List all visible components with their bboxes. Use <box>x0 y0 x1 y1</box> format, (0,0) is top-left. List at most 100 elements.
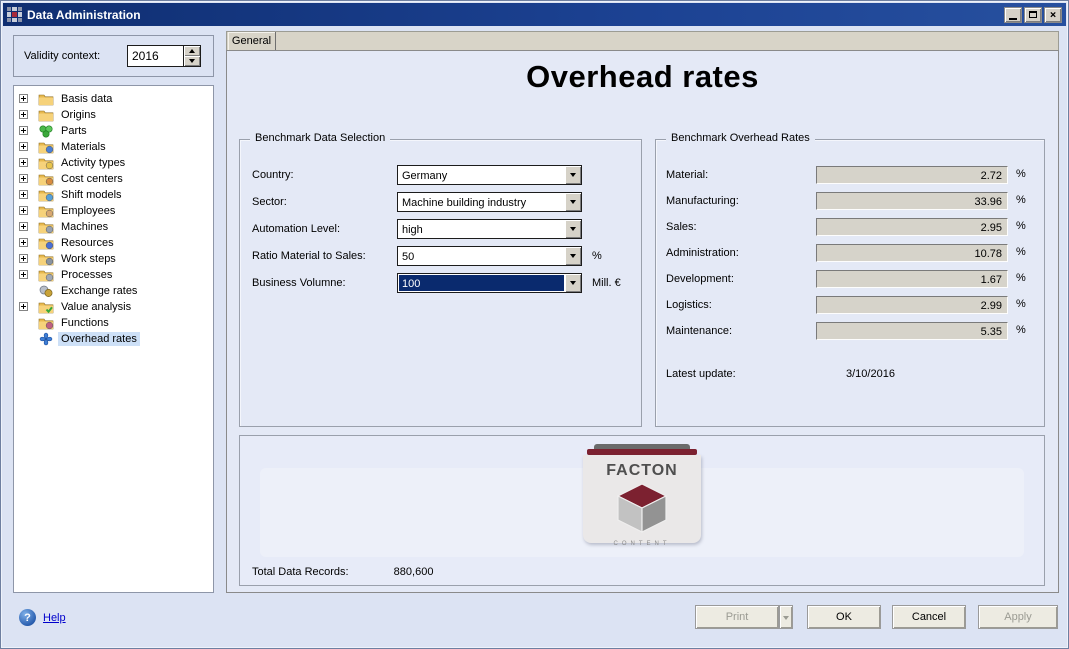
mill-euro-unit-label: Mill. € <box>592 277 621 289</box>
sector-select[interactable]: Machine building industry <box>397 192 582 212</box>
benchmark-overhead-rates-group: Benchmark Overhead Rates Material: 2.72 … <box>655 139 1045 427</box>
help-link[interactable]: Help <box>43 612 66 624</box>
country-select[interactable]: Germany <box>397 165 582 185</box>
tree-item-overhead-rates[interactable]: Overhead rates <box>14 331 213 347</box>
titlebar[interactable]: Data Administration × <box>3 3 1066 26</box>
expand-icon[interactable] <box>19 206 28 215</box>
minimize-button[interactable] <box>1004 7 1022 23</box>
administration-rate-row: Administration: 10.78 % <box>656 244 1044 262</box>
sales-rate-field: 2.95 <box>816 218 1008 236</box>
expand-icon[interactable] <box>19 174 28 183</box>
close-button[interactable]: × <box>1044 7 1062 23</box>
tree-item-work-steps[interactable]: Work steps <box>14 251 213 267</box>
percent-unit-label: % <box>1016 246 1026 258</box>
group-caption: Benchmark Overhead Rates <box>666 132 815 144</box>
chevron-down-icon[interactable] <box>565 274 581 292</box>
ratio-material-select[interactable]: 50 <box>397 246 582 266</box>
chevron-down-icon[interactable] <box>565 220 581 238</box>
tree-item-origins[interactable]: Origins <box>14 107 213 123</box>
validity-year-spinner[interactable]: 2016 <box>127 45 201 67</box>
tree-item-functions[interactable]: Functions <box>14 315 213 331</box>
business-volume-select[interactable]: 100 <box>397 273 582 293</box>
tree-item-resources[interactable]: Resources <box>14 235 213 251</box>
facton-content-subtext: CONTENT <box>583 541 701 547</box>
general-tab-panel: Overhead rates Benchmark Data Selection … <box>226 50 1059 593</box>
content-logo-panel: FACTON CONTENT Total Data Records: 880,6… <box>239 435 1045 586</box>
cancel-button[interactable]: Cancel <box>892 605 966 629</box>
navigation-tree: Basis data Origins Parts Materials Activ… <box>13 85 214 593</box>
development-rate-field: 1.67 <box>816 270 1008 288</box>
sector-label: Sector: <box>252 196 287 208</box>
business-volume-label: Business Volumne: <box>252 277 346 289</box>
total-data-records-value: 880,600 <box>394 566 434 578</box>
percent-unit-label: % <box>1016 324 1026 336</box>
tree-item-activity-types[interactable]: Activity types <box>14 155 213 171</box>
spin-down-button[interactable] <box>184 56 200 66</box>
business-volume-row: Business Volumne: 100 Mill. € <box>240 273 641 293</box>
expand-icon[interactable] <box>19 110 28 119</box>
expand-icon[interactable] <box>19 302 28 311</box>
expand-icon[interactable] <box>19 254 28 263</box>
expand-icon[interactable] <box>19 222 28 231</box>
page-title: Overhead rates <box>227 59 1058 95</box>
expand-icon[interactable] <box>19 190 28 199</box>
maintenance-label: Maintenance: <box>666 325 732 337</box>
tab-general[interactable]: General <box>228 32 276 50</box>
expand-icon[interactable] <box>19 158 28 167</box>
chevron-down-icon[interactable] <box>565 193 581 211</box>
latest-update-value: 3/10/2016 <box>846 368 895 380</box>
tree-item-employees[interactable]: Employees <box>14 203 213 219</box>
expand-icon[interactable] <box>19 142 28 151</box>
ratio-material-label: Ratio Material to Sales: <box>252 250 366 262</box>
tab-strip: General <box>226 31 1059 50</box>
help-area: ? Help <box>19 609 66 626</box>
group-caption: Benchmark Data Selection <box>250 132 390 144</box>
ok-button[interactable]: OK <box>807 605 881 629</box>
tree-item-value-analysis[interactable]: Value analysis <box>14 299 213 315</box>
sales-label: Sales: <box>666 221 697 233</box>
validity-context-label: Validity context: <box>24 50 100 62</box>
facton-brand-text: FACTON <box>583 462 701 480</box>
maximize-button[interactable] <box>1024 7 1042 23</box>
help-question-icon[interactable]: ? <box>19 609 36 626</box>
chevron-down-icon[interactable] <box>565 247 581 265</box>
tree-item-parts[interactable]: Parts <box>14 123 213 139</box>
development-label: Development: <box>666 273 734 285</box>
apply-button[interactable]: Apply <box>978 605 1058 629</box>
sales-rate-row: Sales: 2.95 % <box>656 218 1044 236</box>
tree-item-machines[interactable]: Machines <box>14 219 213 235</box>
logistics-rate-row: Logistics: 2.99 % <box>656 296 1044 314</box>
logistics-label: Logistics: <box>666 299 712 311</box>
latest-update-label: Latest update: <box>666 368 736 380</box>
manufacturing-rate-field: 33.96 <box>816 192 1008 210</box>
expand-icon[interactable] <box>19 238 28 247</box>
window-title: Data Administration <box>27 8 1004 22</box>
expand-icon[interactable] <box>19 270 28 279</box>
ratio-material-row: Ratio Material to Sales: 50 % <box>240 246 641 266</box>
validity-year-value[interactable]: 2016 <box>128 46 183 66</box>
print-button[interactable]: Print <box>695 605 779 629</box>
tree-item-cost-centers[interactable]: Cost centers <box>14 171 213 187</box>
expand-icon[interactable] <box>19 94 28 103</box>
tree-item-exchange-rates[interactable]: Exchange rates <box>14 283 213 299</box>
parts-spheres-icon <box>38 123 54 139</box>
folder-icon <box>38 155 54 171</box>
tree-item-basis-data[interactable]: Basis data <box>14 91 213 107</box>
manufacturing-rate-row: Manufacturing: 33.96 % <box>656 192 1044 210</box>
spin-up-button[interactable] <box>184 46 200 56</box>
expand-icon[interactable] <box>19 126 28 135</box>
tree-item-materials[interactable]: Materials <box>14 139 213 155</box>
chevron-down-icon[interactable] <box>565 166 581 184</box>
data-administration-window: Data Administration × Validity context: … <box>0 0 1069 649</box>
automation-level-select[interactable]: high <box>397 219 582 239</box>
material-rate-row: Material: 2.72 % <box>656 166 1044 184</box>
sector-row: Sector: Machine building industry <box>240 192 641 212</box>
tree-item-shift-models[interactable]: Shift models <box>14 187 213 203</box>
percent-unit-label: % <box>1016 272 1026 284</box>
total-data-records-row: Total Data Records: 880,600 <box>252 566 433 578</box>
print-dropdown-button[interactable] <box>779 605 793 629</box>
tree-item-processes[interactable]: Processes <box>14 267 213 283</box>
folder-icon <box>38 299 54 315</box>
maintenance-rate-row: Maintenance: 5.35 % <box>656 322 1044 340</box>
folder-icon <box>38 91 54 107</box>
